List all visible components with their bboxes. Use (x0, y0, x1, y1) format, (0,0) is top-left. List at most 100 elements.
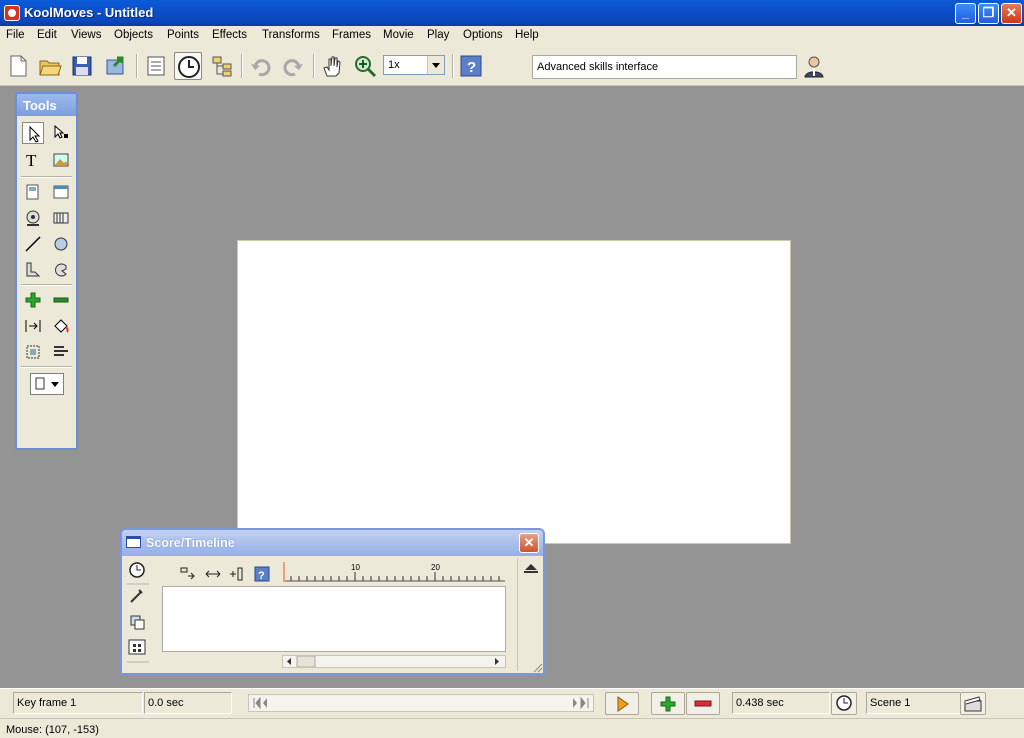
stage-canvas[interactable] (237, 240, 791, 544)
title-bar: KoolMoves - Untitled _ ❐ ✕ (0, 0, 1024, 26)
menu-movie[interactable]: Movie (383, 29, 414, 41)
user-avatar-icon[interactable] (800, 52, 828, 80)
menu-objects[interactable]: Objects (114, 29, 153, 41)
mouse-coordinates: Mouse: (107, -153) (6, 724, 99, 736)
interface-mode-field[interactable]: Advanced skills interface (532, 55, 797, 79)
magic-wand-icon[interactable] (124, 586, 150, 608)
timeline-window-header[interactable]: Score/Timeline ✕ (122, 530, 543, 556)
menu-bar: File Edit Views Objects Points Effects T… (0, 26, 1024, 46)
window-icon (126, 536, 141, 548)
align-tool-icon[interactable] (50, 341, 72, 363)
grid-frames-icon[interactable] (124, 638, 150, 660)
insert-frame-icon[interactable] (228, 564, 248, 584)
timeline-vertical-scroll[interactable] (517, 558, 544, 671)
add-keyframe-icon[interactable] (178, 564, 198, 584)
remove-frame-button[interactable] (686, 692, 720, 715)
palette-separator (21, 284, 72, 286)
timeline-window-title: Score/Timeline (146, 536, 235, 550)
scene-clapper-icon[interactable] (960, 692, 986, 715)
add-frame-button[interactable] (651, 692, 685, 715)
curve-tool-icon[interactable] (50, 259, 72, 281)
help-question-icon[interactable]: ? (457, 52, 485, 80)
circle-tool-icon[interactable] (50, 233, 72, 255)
menu-effects[interactable]: Effects (212, 29, 247, 41)
film-reel-tool-icon[interactable] (22, 207, 44, 229)
menu-frames[interactable]: Frames (332, 29, 371, 41)
frame-ruler[interactable]: 10 20 (283, 562, 507, 582)
keyframe-field: Key frame 1 (13, 692, 143, 714)
window-title: KoolMoves - Untitled (24, 5, 154, 20)
text-tool-icon[interactable]: T (22, 149, 44, 171)
save-disk-icon[interactable] (68, 52, 96, 80)
timeline-horizontal-scrollbar[interactable] (282, 655, 506, 668)
zoom-level-select[interactable]: 1x (383, 55, 445, 75)
frame-duration-field[interactable]: 0.438 sec (732, 692, 830, 714)
timeline-clock-icon[interactable] (124, 558, 150, 582)
menu-points[interactable]: Points (167, 29, 199, 41)
toolbar-separator (241, 54, 243, 78)
new-file-icon[interactable] (4, 52, 32, 80)
close-window-button[interactable]: ✕ (1001, 3, 1022, 24)
svg-text:?: ? (467, 59, 476, 76)
menu-options[interactable]: Options (463, 29, 503, 41)
play-button[interactable] (605, 692, 639, 715)
ruler-label-20: 20 (431, 563, 440, 572)
zoom-magnifier-icon[interactable] (351, 52, 379, 80)
toolbar-separator (136, 54, 138, 78)
chevron-down-icon[interactable] (427, 56, 444, 74)
menu-transforms[interactable]: Transforms (262, 29, 320, 41)
paint-bucket-icon[interactable] (50, 315, 72, 337)
frame-window-tool-icon[interactable] (50, 181, 72, 203)
polygon-tool-icon[interactable] (22, 259, 44, 281)
remove-point-icon[interactable] (50, 289, 72, 311)
tools-palette-header[interactable]: Tools (17, 94, 76, 116)
undo-icon[interactable] (247, 52, 275, 80)
move-point-icon[interactable] (22, 315, 44, 337)
line-tool-icon[interactable] (22, 233, 44, 255)
copy-layers-icon[interactable] (124, 612, 150, 634)
point-select-icon[interactable] (50, 122, 72, 144)
close-timeline-button[interactable]: ✕ (519, 533, 539, 553)
menu-help[interactable]: Help (515, 29, 539, 41)
stretch-frames-icon[interactable] (204, 564, 224, 584)
tools-palette: Tools T (15, 92, 78, 450)
menu-edit[interactable]: Edit (37, 29, 57, 41)
status-bar: Mouse: (107, -153) (0, 718, 1024, 738)
hand-pan-icon[interactable] (319, 52, 347, 80)
zoom-level-value: 1x (388, 59, 400, 71)
select-arrow-icon[interactable] (22, 122, 44, 144)
document-tool-icon[interactable] (22, 181, 44, 203)
movie-clip-tool-icon[interactable] (50, 207, 72, 229)
menu-play[interactable]: Play (427, 29, 449, 41)
duration-clock-icon[interactable] (831, 692, 857, 715)
tool-options-dropdown[interactable] (30, 373, 64, 395)
redo-icon[interactable] (279, 52, 307, 80)
scene-field[interactable]: Scene 1 (866, 692, 961, 714)
koolmoves-app-icon[interactable] (4, 5, 20, 21)
frame-control-bar: Key frame 1 0.0 sec 0.438 sec Scene 1 (0, 688, 1024, 718)
score-timeline-window: Score/Timeline ✕ ? 10 20 (120, 528, 545, 675)
properties-list-icon[interactable] (142, 52, 170, 80)
add-point-icon[interactable] (22, 289, 44, 311)
resize-grip-icon[interactable] (531, 661, 543, 673)
palette-separator (21, 176, 72, 178)
frame-slider[interactable] (248, 694, 594, 712)
minimize-button[interactable]: _ (955, 3, 976, 24)
menu-file[interactable]: File (6, 29, 25, 41)
toolbar-separator (313, 54, 315, 78)
main-toolbar: ? (0, 46, 1024, 86)
open-folder-icon[interactable] (36, 52, 64, 80)
restore-button[interactable]: ❐ (978, 3, 999, 24)
ruler-label-10: 10 (351, 563, 360, 572)
timeline-track-area[interactable] (162, 586, 506, 652)
timeline-clock-icon[interactable] (174, 52, 202, 80)
menu-views[interactable]: Views (71, 29, 101, 41)
timeline-help-icon[interactable] (253, 564, 273, 584)
palette-separator (21, 366, 72, 368)
scene-tree-icon[interactable] (208, 52, 236, 80)
timeline-side-tools (124, 558, 150, 671)
export-icon[interactable] (102, 52, 130, 80)
tools-palette-title: Tools (23, 98, 57, 113)
transform-tool-icon[interactable] (22, 341, 44, 363)
image-tool-icon[interactable] (50, 149, 72, 171)
